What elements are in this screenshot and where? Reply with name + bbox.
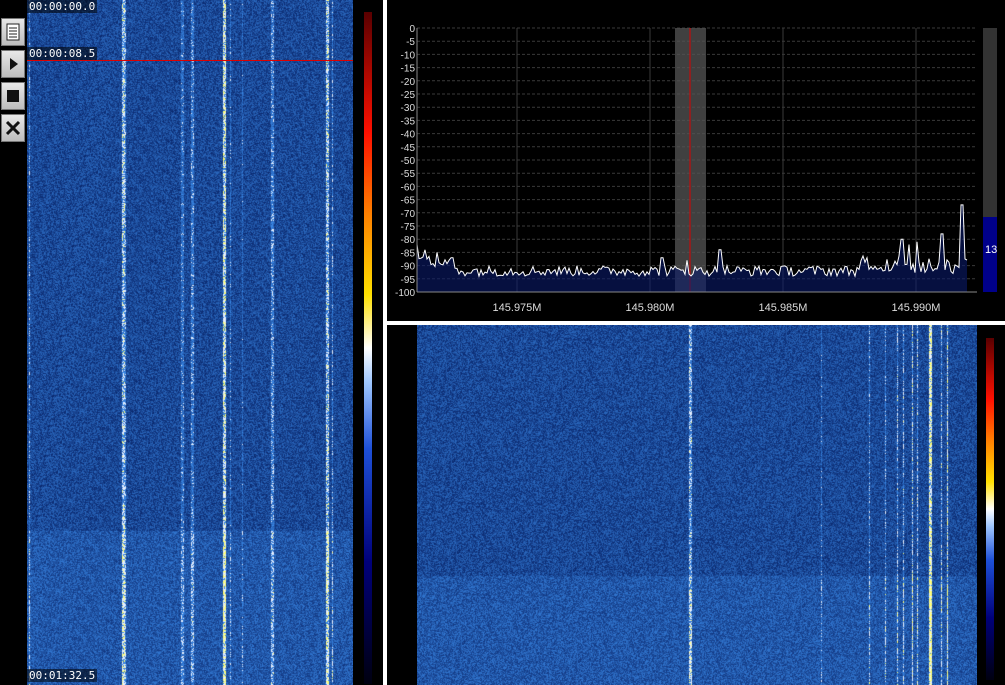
time-start-label: 00:00:00.0	[27, 0, 98, 13]
x-tick-label: 145.975M	[493, 302, 542, 314]
time-cursor-line[interactable]	[27, 60, 353, 61]
y-tick-label: -80	[401, 235, 416, 246]
waterfall-history-canvas[interactable]	[27, 0, 353, 685]
y-tick-label: -50	[401, 156, 416, 167]
y-tick-label: -15	[401, 64, 416, 75]
y-tick-label: -100	[395, 288, 415, 299]
stop-button[interactable]	[1, 82, 25, 110]
x-tick-label: 145.990M	[892, 302, 941, 314]
play-icon	[10, 58, 18, 70]
y-tick-label: -20	[401, 77, 416, 88]
right-color-scale	[986, 338, 994, 680]
toolbar	[0, 14, 26, 142]
left-color-scale	[364, 12, 372, 684]
y-tick-label: -30	[401, 103, 416, 114]
play-button[interactable]	[1, 50, 25, 78]
y-tick-label: -45	[401, 143, 416, 154]
document-icon	[6, 23, 20, 41]
y-tick-label: -55	[401, 169, 416, 180]
signal-level-value: 13	[985, 244, 998, 256]
x-tick-label: 145.980M	[626, 302, 675, 314]
y-tick-label: -40	[401, 130, 416, 141]
stop-icon	[7, 90, 19, 102]
y-tick-label: -85	[401, 248, 416, 259]
spectrum-plot[interactable]: 0 -5 -10 -15 -20 -25 -30 -35 -40 -45 -50 -55 -60 -65 -…	[387, 0, 1005, 321]
y-tick-label: -75	[401, 222, 416, 233]
time-cursor-label: 00:00:08.5	[27, 47, 98, 60]
y-tick-label: -70	[401, 209, 416, 220]
y-tick-label: 0	[409, 24, 415, 35]
y-tick-label: -90	[401, 262, 416, 273]
y-tick-label: -35	[401, 116, 416, 127]
y-tick-label: -95	[401, 275, 416, 286]
y-tick-label: -5	[406, 37, 415, 48]
y-tick-label: -60	[401, 182, 416, 193]
waterfall-live-canvas[interactable]	[417, 325, 977, 685]
waterfall-history[interactable]	[27, 0, 353, 685]
y-tick-label: -25	[401, 90, 416, 101]
waterfall-live[interactable]	[417, 325, 977, 685]
notes-button[interactable]	[1, 18, 25, 46]
y-tick-label: -10	[401, 50, 416, 61]
tools-icon	[5, 120, 21, 136]
settings-button[interactable]	[1, 114, 25, 142]
x-tick-label: 145.985M	[759, 302, 808, 314]
spectrum-panel[interactable]: 0 -5 -10 -15 -20 -25 -30 -35 -40 -45 -50 -55 -60 -65 -…	[387, 0, 1005, 321]
y-tick-label: -65	[401, 196, 416, 207]
time-end-label: 00:01:32.5	[27, 669, 98, 682]
